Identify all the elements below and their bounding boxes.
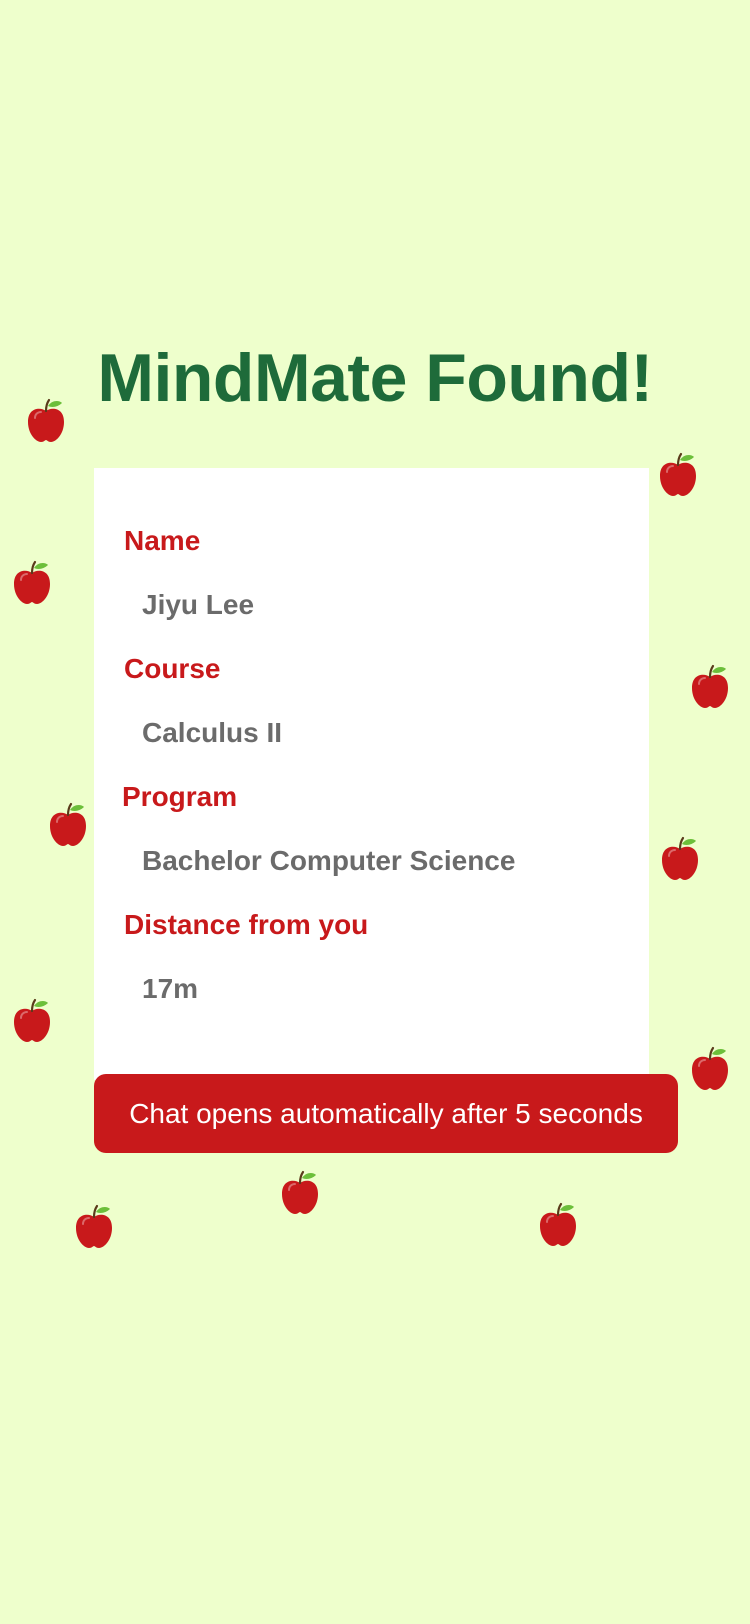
name-value: Jiyu Lee <box>142 589 255 620</box>
apple-icon <box>12 998 52 1044</box>
apple-icon <box>690 664 730 710</box>
distance-value: 17m <box>142 973 199 1004</box>
profile-card: Name Jiyu Lee Course Calculus II Program… <box>94 468 649 1080</box>
apple-icon <box>12 560 52 606</box>
page-title: MindMate Found! <box>97 340 653 416</box>
distance-label: Distance from you <box>124 909 369 940</box>
apple-icon <box>48 802 88 848</box>
apple-icon <box>660 836 700 882</box>
apple-icon <box>538 1202 578 1248</box>
apple-icon <box>74 1204 114 1250</box>
name-label: Name <box>124 525 201 556</box>
chat-countdown-button[interactable]: Chat opens automatically after 5 seconds <box>94 1074 678 1153</box>
apple-icon <box>280 1170 320 1216</box>
program-label: Program <box>122 781 238 812</box>
course-value: Calculus II <box>142 717 283 748</box>
apple-icon <box>26 398 66 444</box>
apple-icon <box>658 452 698 498</box>
program-value: Bachelor Computer Science <box>142 845 516 876</box>
apple-icon <box>690 1046 730 1092</box>
course-label: Course <box>124 653 221 684</box>
